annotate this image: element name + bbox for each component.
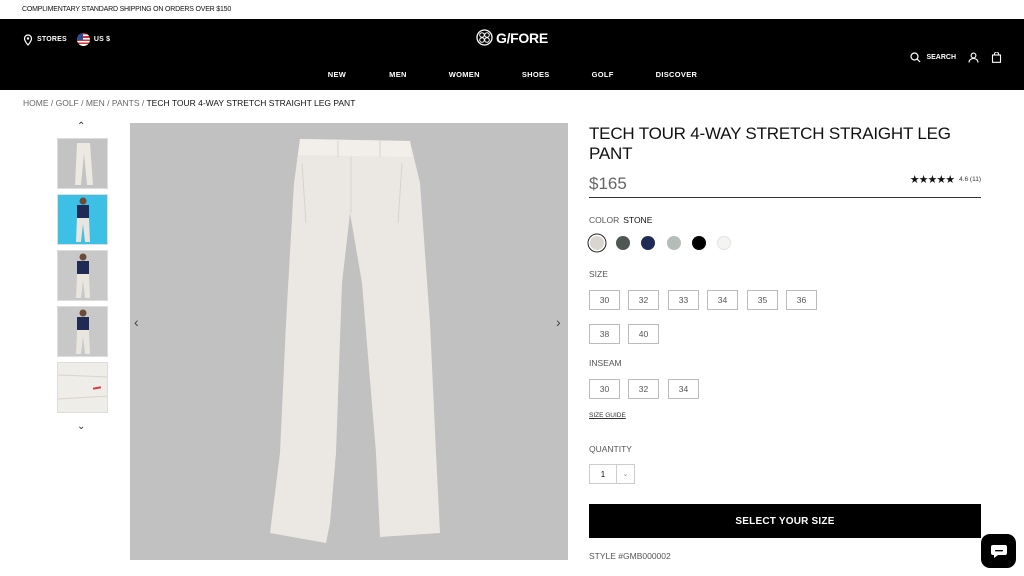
rating-stars-icon: ★★★★★	[909, 174, 955, 186]
search-button[interactable]: SEARCH	[910, 52, 956, 63]
inseam-option[interactable]: 34	[668, 379, 699, 399]
image-next-icon[interactable]: ›	[556, 314, 561, 330]
image-prev-icon[interactable]: ‹	[134, 314, 139, 330]
main-product-image	[130, 123, 568, 560]
promo-banner: COMPLIMENTARY STANDARD SHIPPING ON ORDER…	[0, 0, 1024, 19]
size-option[interactable]: 35	[747, 290, 778, 310]
thumb-scroll-up-icon[interactable]: ⌃	[77, 121, 85, 132]
thumbnail-detail-image	[58, 374, 107, 400]
size-option[interactable]: 30	[589, 290, 620, 310]
swatch-4[interactable]	[667, 236, 681, 250]
chevron-down-icon: ⌄	[616, 465, 634, 483]
size-option[interactable]: 40	[628, 324, 659, 344]
breadcrumb-current: TECH TOUR 4-WAY STRETCH STRAIGHT LEG PAN…	[146, 98, 356, 108]
inseam-label: INSEAM	[589, 358, 622, 368]
site-logo[interactable]: G/FORE	[476, 29, 548, 46]
thumbnail-pant-image	[75, 143, 93, 185]
main-nav: NEW MEN WOMEN SHOES GOLF DISCOVER	[0, 70, 1024, 79]
product-price: $165	[589, 174, 627, 193]
logo-text: G/FORE	[496, 29, 548, 46]
thumbnail-model-image	[76, 197, 90, 242]
inseam-option[interactable]: 32	[628, 379, 659, 399]
header-right: SEARCH	[910, 52, 1002, 63]
gfore-logo-icon	[476, 29, 493, 46]
thumbnail-1[interactable]	[57, 138, 108, 189]
color-label-row: COLOR STONE	[589, 215, 652, 225]
nav-men[interactable]: MEN	[389, 70, 407, 79]
stores-label: STORES	[37, 36, 67, 43]
quantity-value: 1	[600, 469, 606, 479]
inseam-option[interactable]: 30	[589, 379, 620, 399]
size-option[interactable]: 34	[707, 290, 738, 310]
swatch-3[interactable]	[641, 236, 655, 250]
rating-text: 4.6 (11)	[959, 176, 981, 183]
size-option[interactable]: 36	[786, 290, 817, 310]
us-flag-icon	[76, 33, 90, 46]
nav-new[interactable]: NEW	[328, 70, 346, 79]
size-guide-link[interactable]: SIZE GUIDE	[589, 412, 626, 419]
size-label: SIZE	[589, 269, 608, 279]
size-option[interactable]: 38	[589, 324, 620, 344]
swatch-6[interactable]	[717, 236, 731, 250]
style-number: STYLE #GMB000002	[589, 551, 671, 561]
color-label: COLOR	[589, 215, 620, 225]
nav-golf[interactable]: GOLF	[592, 70, 614, 79]
stores-link[interactable]: STORES	[23, 33, 67, 46]
swatch-2[interactable]	[616, 236, 630, 250]
thumbnail-4[interactable]	[57, 306, 108, 357]
currency-label: US $	[93, 36, 111, 43]
thumbnail-2[interactable]	[57, 194, 108, 245]
thumbnail-5[interactable]	[57, 362, 108, 413]
color-value: STONE	[623, 215, 653, 225]
thumbnail-model-image	[76, 253, 90, 298]
divider	[589, 197, 981, 198]
quantity-label: QUANTITY	[589, 444, 632, 454]
site-header: STORES US $ G/FORE SEARCH NEW MEN WOMEN …	[0, 19, 1024, 90]
size-option[interactable]: 33	[668, 290, 699, 310]
nav-discover[interactable]: DISCOVER	[656, 70, 698, 79]
bag-icon[interactable]	[991, 52, 1002, 63]
product-title: TECH TOUR 4-WAY STRETCH STRAIGHT LEG PAN…	[589, 124, 951, 163]
swatch-5[interactable]	[692, 236, 706, 250]
breadcrumb-home[interactable]: HOME	[23, 98, 49, 108]
select-size-button[interactable]: SELECT YOUR SIZE	[589, 504, 981, 538]
swatch-stone[interactable]	[590, 236, 604, 250]
quantity-selector[interactable]: 1 ⌄	[589, 464, 635, 484]
account-icon[interactable]	[968, 52, 979, 63]
size-option[interactable]: 32	[628, 290, 659, 310]
breadcrumb-pants[interactable]: PANTS	[112, 98, 140, 108]
breadcrumb: HOME / GOLF / MEN / PANTS / TECH TOUR 4-…	[23, 98, 356, 108]
nav-shoes[interactable]: SHOES	[522, 70, 550, 79]
nav-women[interactable]: WOMEN	[449, 70, 480, 79]
thumbnail-model-image	[76, 309, 90, 354]
thumb-scroll-down-icon[interactable]: ⌄	[77, 421, 85, 432]
product-rating[interactable]: ★★★★★ 4.6 (11)	[910, 173, 981, 186]
location-pin-icon	[23, 33, 33, 46]
chat-button[interactable]	[981, 534, 1016, 568]
pant-image	[270, 139, 440, 543]
search-icon	[910, 52, 921, 63]
header-left: STORES US $	[23, 33, 110, 46]
search-label: SEARCH	[926, 54, 956, 61]
thumbnail-3[interactable]	[57, 250, 108, 301]
breadcrumb-men[interactable]: MEN	[86, 98, 105, 108]
breadcrumb-golf[interactable]: GOLF	[56, 98, 79, 108]
currency-selector[interactable]: US $	[76, 33, 111, 46]
chat-icon	[990, 544, 1007, 558]
